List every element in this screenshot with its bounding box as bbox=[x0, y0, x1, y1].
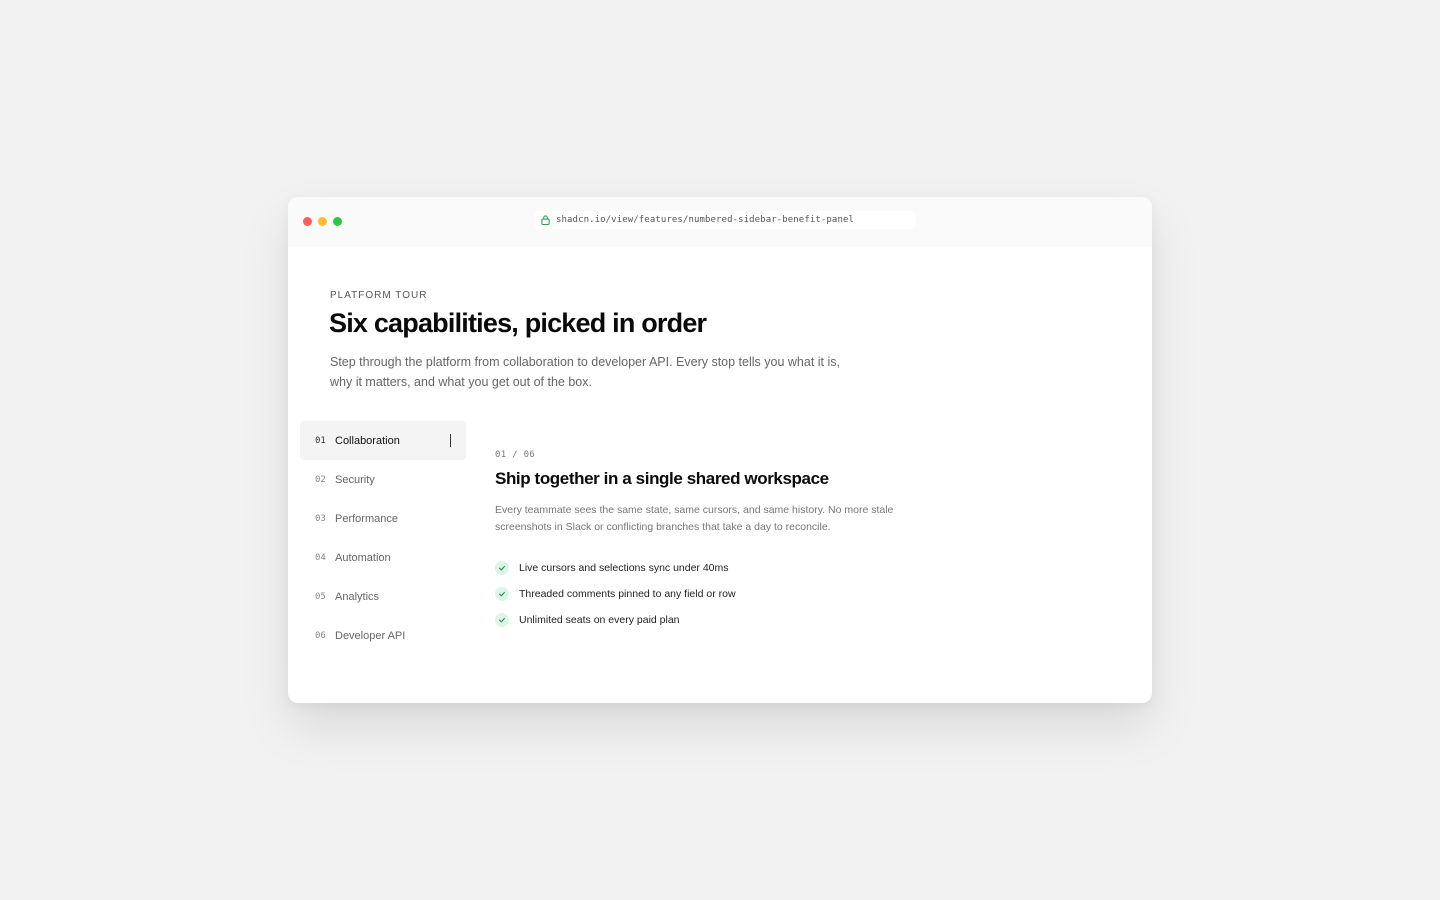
close-window-button[interactable] bbox=[303, 217, 312, 226]
active-indicator bbox=[450, 434, 451, 447]
sidebar-item-number: 04 bbox=[315, 552, 326, 563]
url-text: shadcn.io/view/features/numbered-sidebar… bbox=[556, 215, 854, 225]
page-content: PLATFORM TOUR Six capabilities, picked i… bbox=[288, 247, 1152, 703]
benefit-item: Unlimited seats on every paid plan bbox=[495, 607, 925, 633]
maximize-window-button[interactable] bbox=[333, 217, 342, 226]
sidebar-item-number: 06 bbox=[315, 630, 326, 641]
step-counter: 01 / 06 bbox=[495, 450, 536, 460]
feature-sidebar: 01 Collaboration 02 Security 03 Performa… bbox=[300, 421, 466, 655]
window-controls bbox=[303, 217, 342, 226]
check-icon bbox=[495, 587, 509, 601]
sidebar-item-automation[interactable]: 04 Automation bbox=[300, 538, 466, 577]
sidebar-item-label: Analytics bbox=[335, 590, 380, 603]
sidebar-item-label: Security bbox=[335, 473, 375, 486]
sidebar-item-developer-api[interactable]: 06 Developer API bbox=[300, 616, 466, 655]
sidebar-item-number: 01 bbox=[315, 435, 326, 446]
benefit-item: Threaded comments pinned to any field or… bbox=[495, 581, 925, 607]
panel-description: Every teammate sees the same state, same… bbox=[495, 504, 894, 533]
benefit-text: Unlimited seats on every paid plan bbox=[519, 614, 680, 626]
sidebar-item-performance[interactable]: 03 Performance bbox=[300, 499, 466, 538]
sidebar-item-analytics[interactable]: 05 Analytics bbox=[300, 577, 466, 616]
sidebar-item-label: Automation bbox=[335, 551, 391, 564]
panel-title: Ship together in a single shared workspa… bbox=[495, 469, 829, 488]
section-eyebrow: PLATFORM TOUR bbox=[330, 290, 428, 301]
page-intro: Step through the platform from collabora… bbox=[330, 355, 840, 389]
page-title: Six capabilities, picked in order bbox=[329, 308, 707, 338]
browser-titlebar: shadcn.io/view/features/numbered-sidebar… bbox=[288, 197, 1152, 247]
lock-icon bbox=[541, 215, 550, 225]
benefit-item: Live cursors and selections sync under 4… bbox=[495, 555, 925, 581]
sidebar-item-label: Developer API bbox=[335, 629, 406, 642]
sidebar-item-security[interactable]: 02 Security bbox=[300, 460, 466, 499]
benefit-panel: 01 / 06 Ship together in a single shared… bbox=[495, 450, 925, 633]
sidebar-item-collaboration[interactable]: 01 Collaboration bbox=[300, 421, 466, 460]
check-icon bbox=[495, 561, 509, 575]
sidebar-item-label: Collaboration bbox=[335, 434, 400, 447]
sidebar-item-number: 05 bbox=[315, 591, 326, 602]
benefit-text: Live cursors and selections sync under 4… bbox=[519, 562, 729, 574]
sidebar-item-number: 03 bbox=[315, 513, 326, 524]
address-bar[interactable]: shadcn.io/view/features/numbered-sidebar… bbox=[534, 211, 916, 229]
browser-window: shadcn.io/view/features/numbered-sidebar… bbox=[288, 197, 1152, 703]
sidebar-item-label: Performance bbox=[335, 512, 398, 525]
check-icon bbox=[495, 613, 509, 627]
sidebar-item-number: 02 bbox=[315, 474, 326, 485]
benefit-text: Threaded comments pinned to any field or… bbox=[519, 588, 736, 600]
minimize-window-button[interactable] bbox=[318, 217, 327, 226]
benefit-list: Live cursors and selections sync under 4… bbox=[495, 555, 925, 633]
